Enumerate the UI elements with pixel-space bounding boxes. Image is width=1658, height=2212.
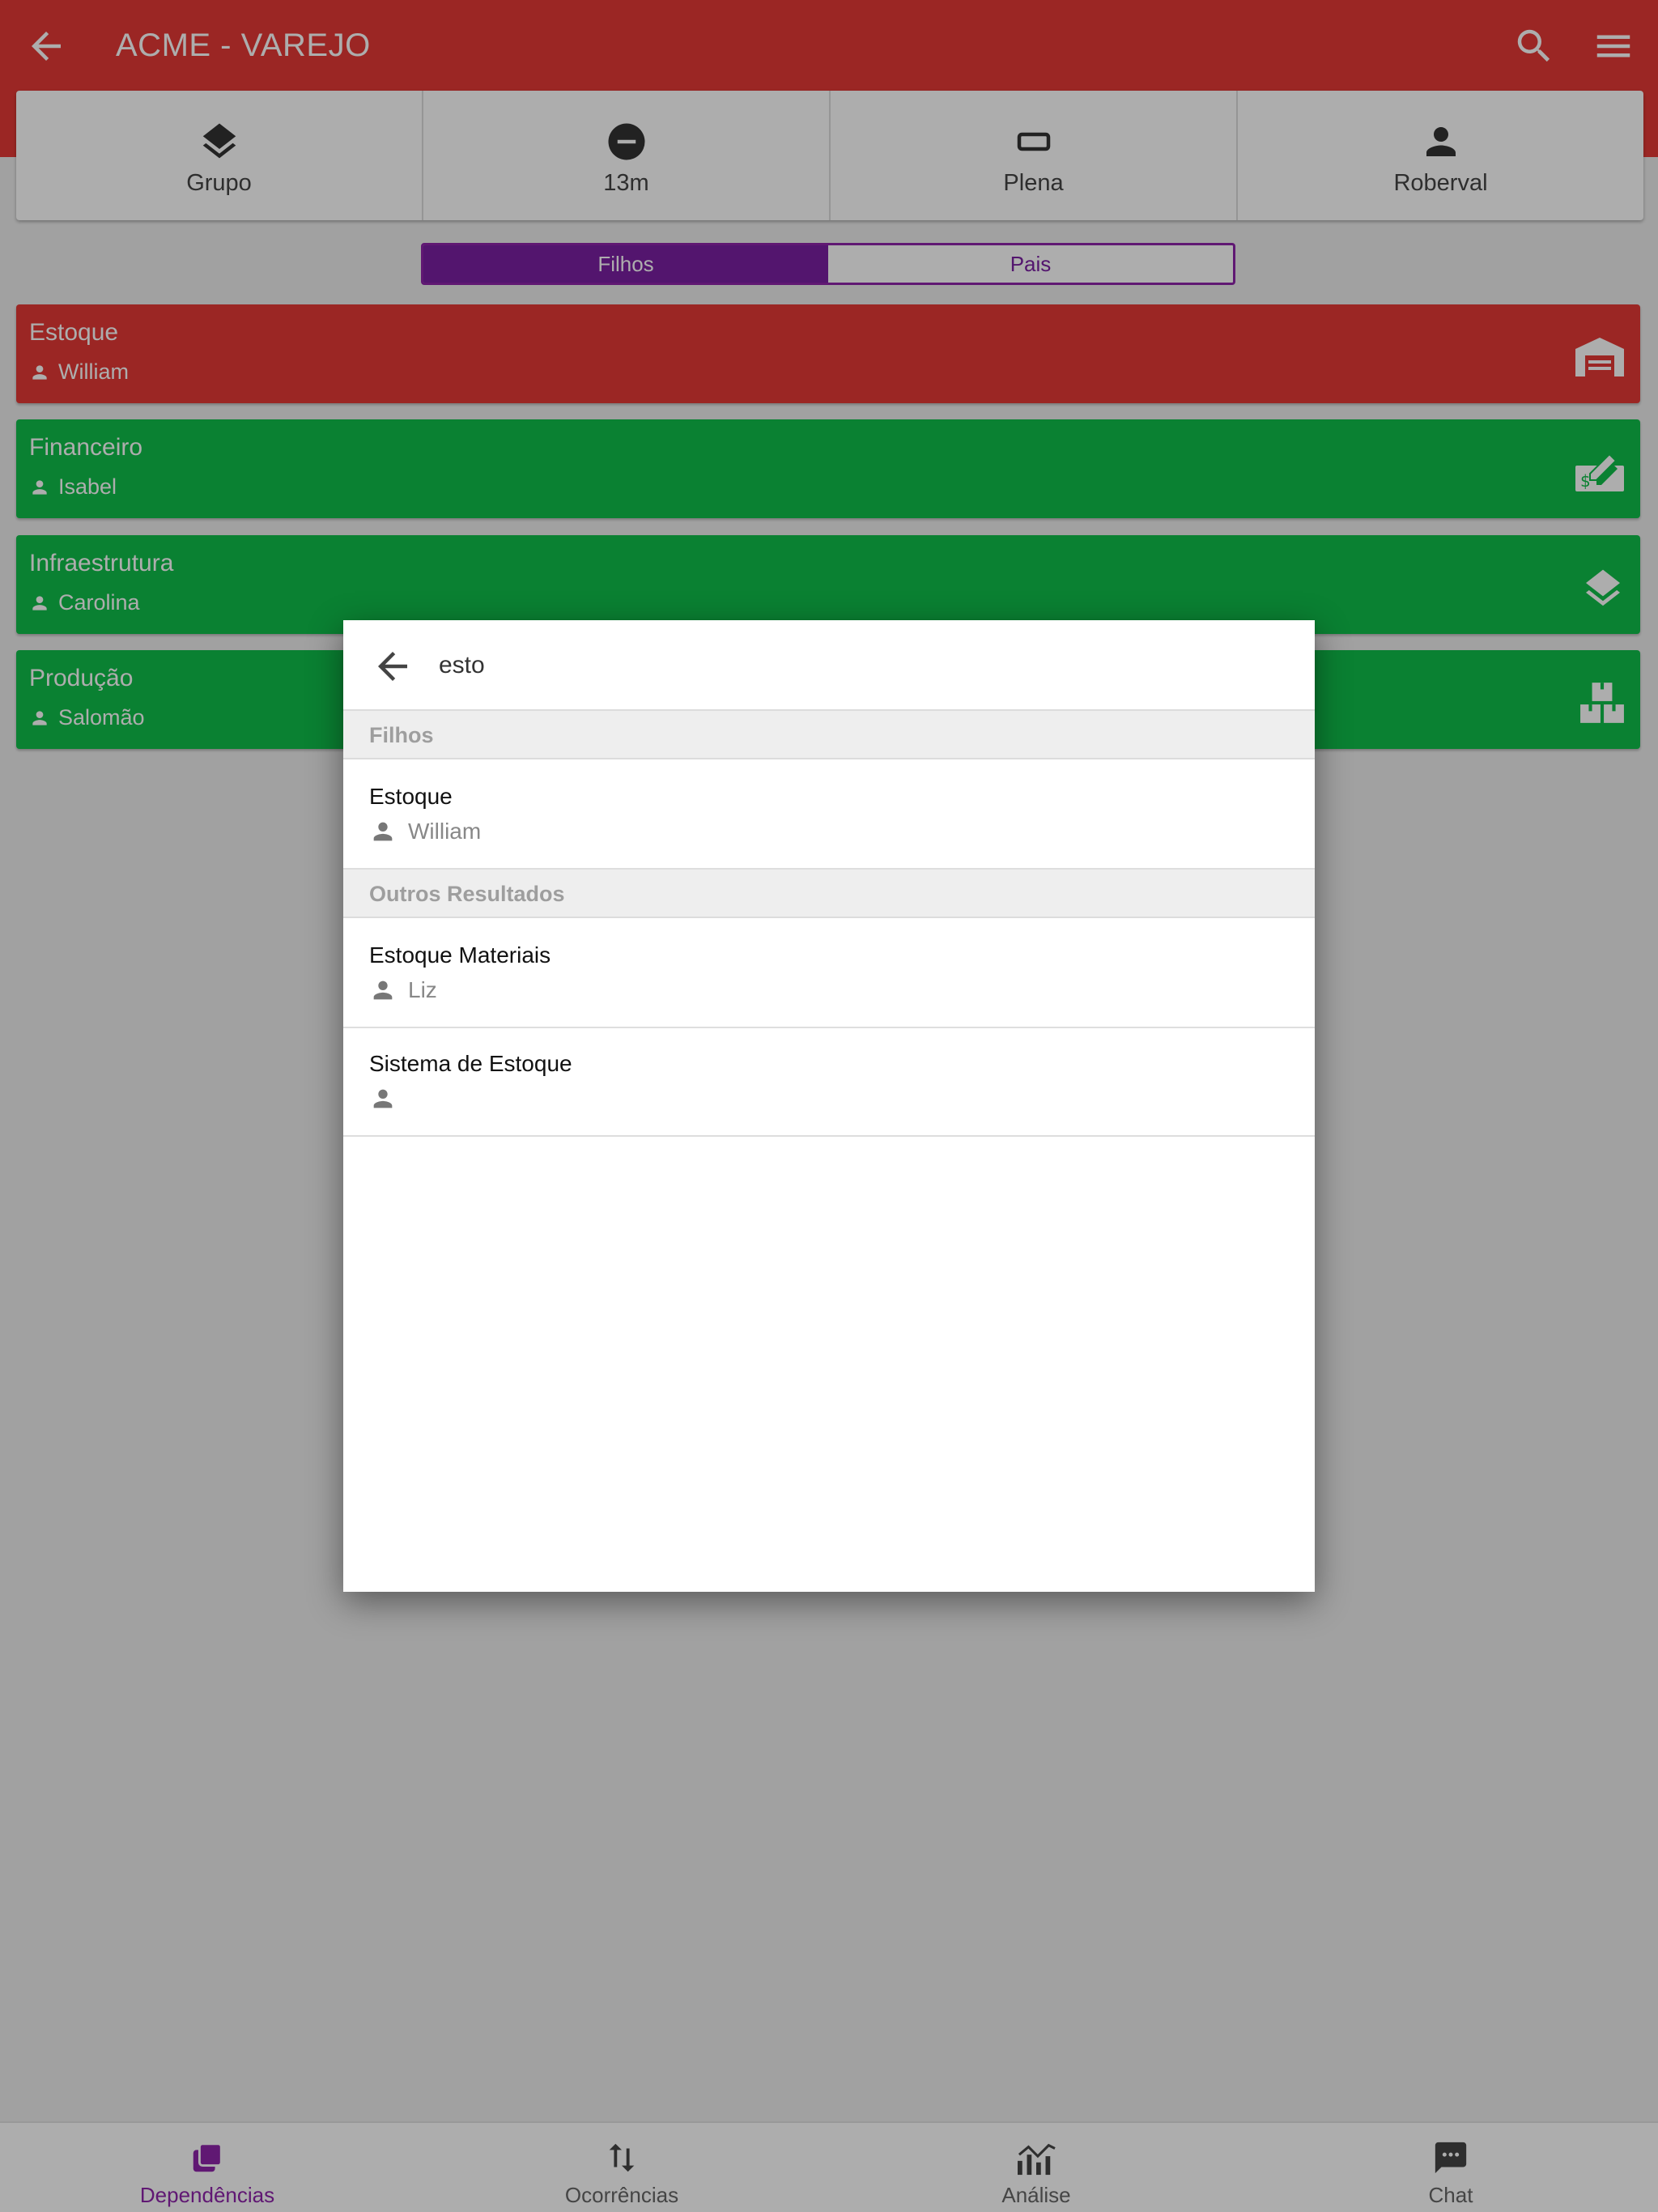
person-icon <box>373 1089 393 1108</box>
search-result-item[interactable]: Estoque William <box>343 761 1315 870</box>
section-header-filhos: Filhos <box>343 711 1315 759</box>
search-result-item[interactable]: Estoque Materiais Liz <box>343 920 1315 1028</box>
result-owner <box>369 1085 408 1112</box>
result-name: Estoque <box>369 784 453 809</box>
section-header-outros-resultados: Outros Resultados <box>343 870 1315 918</box>
search-result-item[interactable]: Sistema de Estoque <box>343 1028 1315 1137</box>
result-owner-name: William <box>408 819 482 844</box>
person-icon <box>373 822 393 841</box>
search-dialog: Filhos Estoque William Outros Resultados… <box>343 620 1315 1592</box>
person-icon <box>373 981 393 1000</box>
search-bar <box>343 620 1315 711</box>
arrow-back-icon[interactable] <box>371 644 414 688</box>
result-owner: William <box>369 818 481 845</box>
result-name: Sistema de Estoque <box>369 1051 572 1076</box>
app-root: ACME - VAREJO Grupo 13m Plena Roberval F… <box>0 0 1658 2212</box>
result-owner-name: Liz <box>408 977 437 1002</box>
result-owner: Liz <box>369 976 437 1004</box>
result-name: Estoque Materiais <box>369 942 551 968</box>
search-input[interactable] <box>439 641 1281 690</box>
